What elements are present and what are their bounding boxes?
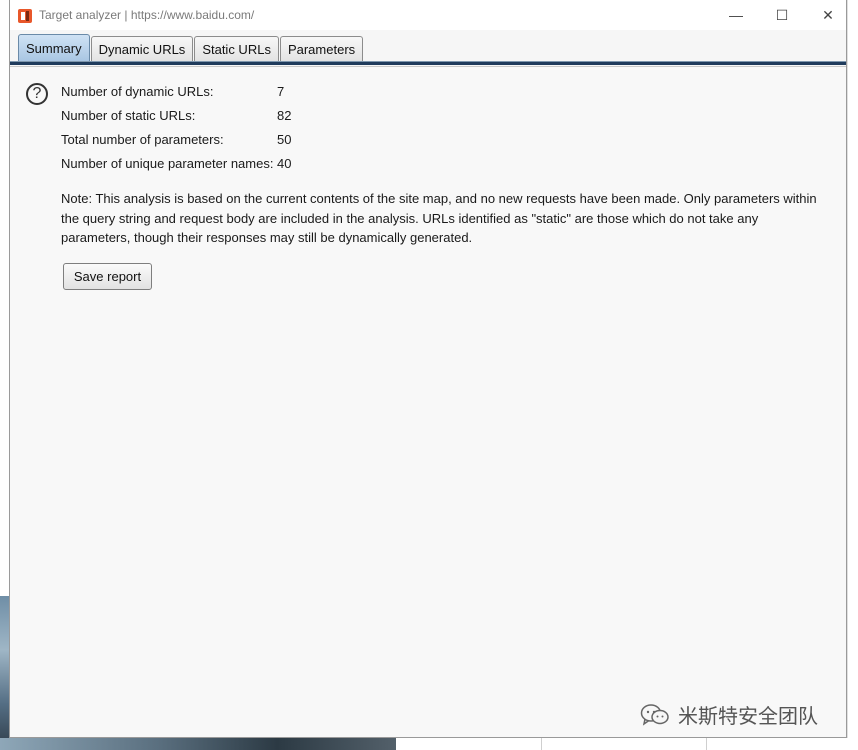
stat-label: Number of unique parameter names:: [61, 156, 274, 171]
maximize-button[interactable]: ☐: [759, 0, 805, 30]
background-window-bottom: [0, 738, 858, 750]
close-icon: ✕: [822, 6, 834, 23]
tab-static-urls[interactable]: Static URLs: [194, 36, 279, 61]
save-report-button[interactable]: Save report: [63, 263, 152, 290]
tab-divider: [10, 61, 846, 65]
target-analyzer-window: Target analyzer | https://www.baidu.com/…: [9, 0, 847, 738]
burp-app-icon: [18, 9, 32, 23]
stat-label: Number of dynamic URLs:: [61, 84, 214, 99]
stat-value: 7: [277, 84, 285, 99]
help-icon[interactable]: ?: [26, 83, 48, 105]
watermark: 米斯特安全团队: [640, 700, 818, 729]
stat-label: Total number of parameters:: [61, 132, 224, 147]
tab-bar: Summary Dynamic URLs Static URLs Paramet…: [18, 34, 364, 61]
stat-value: 40: [277, 156, 292, 171]
background-window-right: [847, 0, 858, 750]
maximize-icon: ☐: [775, 6, 789, 23]
minimize-button[interactable]: —: [713, 0, 759, 30]
window-title: Target analyzer | https://www.baidu.com/: [39, 8, 255, 22]
close-button[interactable]: ✕: [805, 0, 851, 30]
tab-dynamic-urls[interactable]: Dynamic URLs: [90, 36, 194, 61]
wechat-icon: [640, 703, 669, 726]
analysis-note: Note: This analysis is based on the curr…: [61, 191, 817, 245]
summary-panel: ? Number of dynamic URLs: 7 Number of st…: [10, 66, 846, 737]
stat-label: Number of static URLs:: [61, 108, 196, 123]
background-photo-strip: [0, 738, 396, 750]
watermark-text: 米斯特安全团队: [678, 704, 818, 728]
stat-value: 82: [277, 108, 292, 123]
title-bar[interactable]: Target analyzer | https://www.baidu.com/…: [10, 0, 846, 30]
minimize-icon: —: [729, 7, 743, 23]
tab-parameters[interactable]: Parameters: [279, 36, 364, 61]
stat-value: 50: [277, 132, 292, 147]
tab-summary[interactable]: Summary: [18, 34, 90, 61]
